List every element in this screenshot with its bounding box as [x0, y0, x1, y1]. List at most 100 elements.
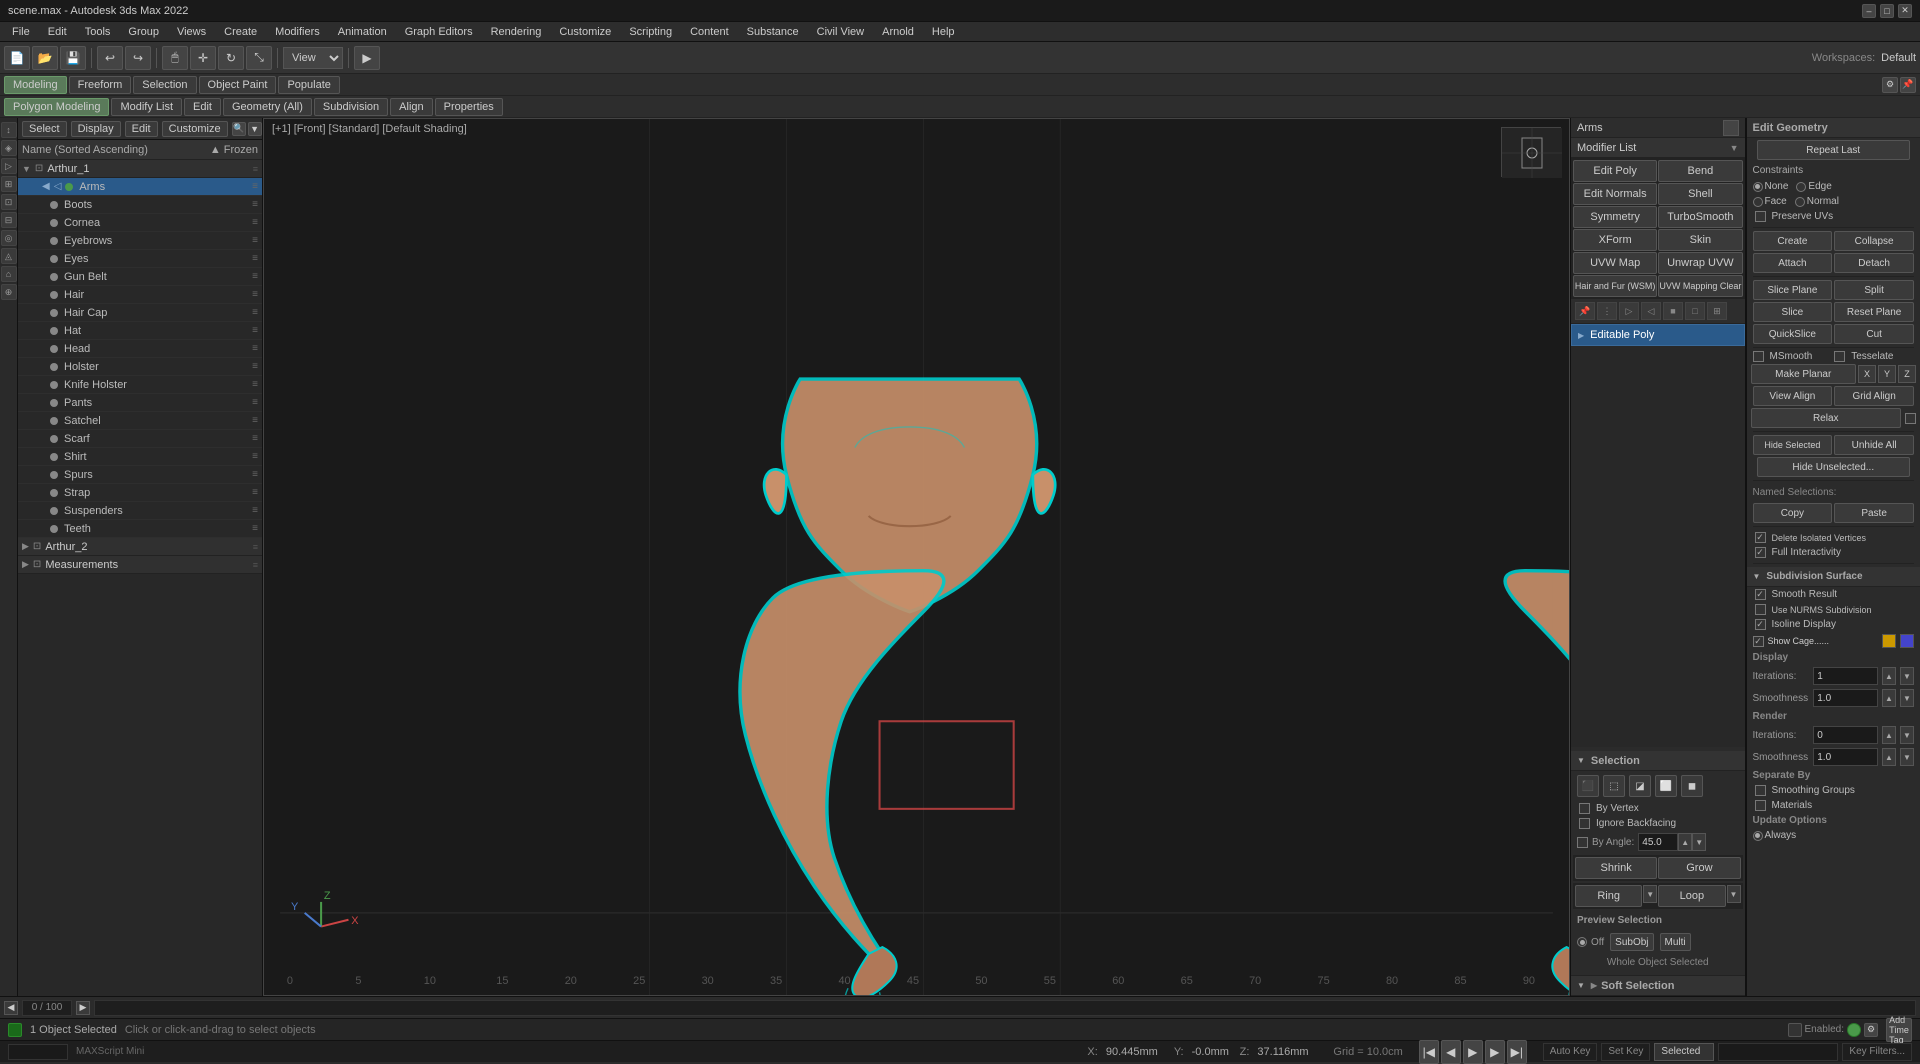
scene-item-teeth[interactable]: Teeth ≡: [18, 520, 262, 538]
key-filters-btn[interactable]: Key Filters...: [1842, 1043, 1912, 1061]
mssmooth-checkbox[interactable]: [1753, 351, 1764, 362]
subdivision-header[interactable]: Subdivision Surface: [1747, 567, 1920, 587]
by-angle-checkbox[interactable]: [1577, 837, 1588, 848]
scene-item-satchel[interactable]: Satchel ≡: [18, 412, 262, 430]
cage-color-2[interactable]: [1900, 634, 1914, 648]
modify-list-btn[interactable]: Modify List: [111, 98, 182, 116]
border-select-icon[interactable]: ◪: [1629, 775, 1651, 797]
viewalign-button[interactable]: View Align: [1753, 386, 1833, 406]
iterations-spin-down[interactable]: ▼: [1900, 667, 1914, 685]
scene-item-eyes[interactable]: Eyes ≡: [18, 250, 262, 268]
edit-normals-button[interactable]: Edit Normals: [1573, 183, 1657, 205]
menu-item-graph-editors[interactable]: Graph Editors: [397, 22, 481, 42]
polygon-select-icon[interactable]: ⬜: [1655, 775, 1677, 797]
full-interactivity-checkbox[interactable]: [1755, 547, 1766, 558]
selection-tab[interactable]: Selection: [133, 76, 196, 94]
scene-item-cornea[interactable]: Cornea ≡: [18, 214, 262, 232]
hideunselected-button[interactable]: Hide Unselected...: [1757, 457, 1911, 477]
scene-item-knifeholster[interactable]: Knife Holster ≡: [18, 376, 262, 394]
smoothness-spin-down[interactable]: ▼: [1900, 689, 1914, 707]
menu-item-modifiers[interactable]: Modifiers: [267, 22, 328, 42]
scene-item-arms[interactable]: ◀ ◁ Arms ≡: [18, 178, 262, 196]
render-iterations-spin-down[interactable]: ▼: [1900, 726, 1914, 744]
render-smoothness-input[interactable]: [1813, 748, 1878, 766]
subdivision-btn[interactable]: Subdivision: [314, 98, 388, 116]
menu-item-arnold[interactable]: Arnold: [874, 22, 922, 42]
preview-off-radio[interactable]: [1577, 937, 1587, 947]
scene-item-hat[interactable]: Hat ≡: [18, 322, 262, 340]
menu-item-customize[interactable]: Customize: [551, 22, 619, 42]
scene-group-arthur1[interactable]: ▼ ⊡ Arthur_1 ≡: [18, 160, 262, 178]
geometry-all-btn[interactable]: Geometry (All): [223, 98, 312, 116]
scene-filter-icon[interactable]: ▼: [248, 122, 262, 136]
play-btn[interactable]: ▶: [1463, 1040, 1483, 1064]
menu-item-rendering[interactable]: Rendering: [483, 22, 550, 42]
enabled-settings[interactable]: ⚙: [1864, 1023, 1878, 1037]
menu-item-file[interactable]: File: [4, 22, 38, 42]
paste-button[interactable]: Paste: [1834, 503, 1914, 523]
enabled-icon[interactable]: [1788, 1023, 1802, 1037]
modifier-color-swatch[interactable]: [1723, 120, 1739, 136]
loop-spin[interactable]: ▼: [1727, 885, 1741, 903]
mod-delete-icon[interactable]: ◁: [1641, 302, 1661, 320]
left-icon-5[interactable]: ⊡: [1, 194, 17, 210]
left-icon-2[interactable]: ◈: [1, 140, 17, 156]
edge-select-icon[interactable]: ⬚: [1603, 775, 1625, 797]
y-button[interactable]: Y: [1878, 365, 1896, 383]
scene-group-arthur2[interactable]: ▶ ⊡ Arthur_2 ≡: [18, 538, 262, 556]
menu-item-edit[interactable]: Edit: [40, 22, 75, 42]
attach-button[interactable]: Attach: [1753, 253, 1833, 273]
iterations-spin-up[interactable]: ▲: [1882, 667, 1896, 685]
polygon-modeling-btn[interactable]: Polygon Modeling: [4, 98, 109, 116]
show-cage-checkbox[interactable]: [1753, 636, 1764, 647]
prev-frame-btn[interactable]: ◀: [1441, 1040, 1461, 1064]
selected-input[interactable]: [1718, 1043, 1838, 1061]
go-start-btn[interactable]: |◀: [1419, 1040, 1439, 1064]
shell-button[interactable]: Shell: [1658, 183, 1742, 205]
undo-button[interactable]: ↩: [97, 46, 123, 70]
scene-item-head[interactable]: Head ≡: [18, 340, 262, 358]
move-button[interactable]: ✛: [190, 46, 216, 70]
scene-customize-btn[interactable]: Customize: [162, 121, 228, 137]
scene-item-suspenders[interactable]: Suspenders ≡: [18, 502, 262, 520]
subobj-button[interactable]: SubObj: [1610, 933, 1653, 951]
mod-paste-icon[interactable]: ▷: [1619, 302, 1639, 320]
scene-item-eyebrows[interactable]: Eyebrows ≡: [18, 232, 262, 250]
left-icon-10[interactable]: ⊕: [1, 284, 17, 300]
render-iterations-spin-up[interactable]: ▲: [1882, 726, 1896, 744]
repeat-last-button[interactable]: Repeat Last: [1757, 140, 1911, 160]
scene-item-measurements[interactable]: ▶ ⊡ Measurements ≡: [18, 556, 262, 574]
quickslice-button[interactable]: QuickSlice: [1753, 324, 1833, 344]
detach-button[interactable]: Detach: [1834, 253, 1914, 273]
left-icon-6[interactable]: ⊟: [1, 212, 17, 228]
scene-item-boots[interactable]: Boots ≡: [18, 196, 262, 214]
go-end-btn[interactable]: ▶|: [1507, 1040, 1527, 1064]
next-frame-btn[interactable]: ▶: [1485, 1040, 1505, 1064]
hideselected-button[interactable]: Hide Selected: [1753, 435, 1833, 455]
mod-move-up-icon[interactable]: ■: [1663, 302, 1683, 320]
scene-item-spurs[interactable]: Spurs ≡: [18, 466, 262, 484]
minimize-button[interactable]: –: [1862, 4, 1876, 18]
split-button[interactable]: Split: [1834, 280, 1914, 300]
unhideall-button[interactable]: Unhide All: [1834, 435, 1914, 455]
properties-btn[interactable]: Properties: [435, 98, 503, 116]
set-key-btn[interactable]: Set Key: [1601, 1043, 1650, 1061]
cut-button[interactable]: Cut: [1834, 324, 1914, 344]
timeline-back-btn[interactable]: ◀: [4, 1001, 18, 1015]
save-button[interactable]: 💾: [60, 46, 86, 70]
vertex-select-icon[interactable]: ⬛: [1577, 775, 1599, 797]
scene-item-scarf[interactable]: Scarf ≡: [18, 430, 262, 448]
scene-edit-btn[interactable]: Edit: [125, 121, 158, 137]
multi-button[interactable]: Multi: [1660, 933, 1691, 951]
edge-radio[interactable]: Edge: [1796, 181, 1831, 192]
max-script-icon[interactable]: [8, 1023, 22, 1037]
ring-button[interactable]: Ring: [1575, 885, 1642, 907]
mod-move-down-icon[interactable]: □: [1685, 302, 1705, 320]
render-button[interactable]: ▶: [354, 46, 380, 70]
menu-item-create[interactable]: Create: [216, 22, 265, 42]
selected-status[interactable]: Selected: [1654, 1043, 1714, 1061]
menu-item-content[interactable]: Content: [682, 22, 737, 42]
normal-radio[interactable]: Normal: [1795, 196, 1839, 207]
editable-poly-stack-item[interactable]: Editable Poly: [1571, 324, 1745, 346]
menu-item-views[interactable]: Views: [169, 22, 214, 42]
